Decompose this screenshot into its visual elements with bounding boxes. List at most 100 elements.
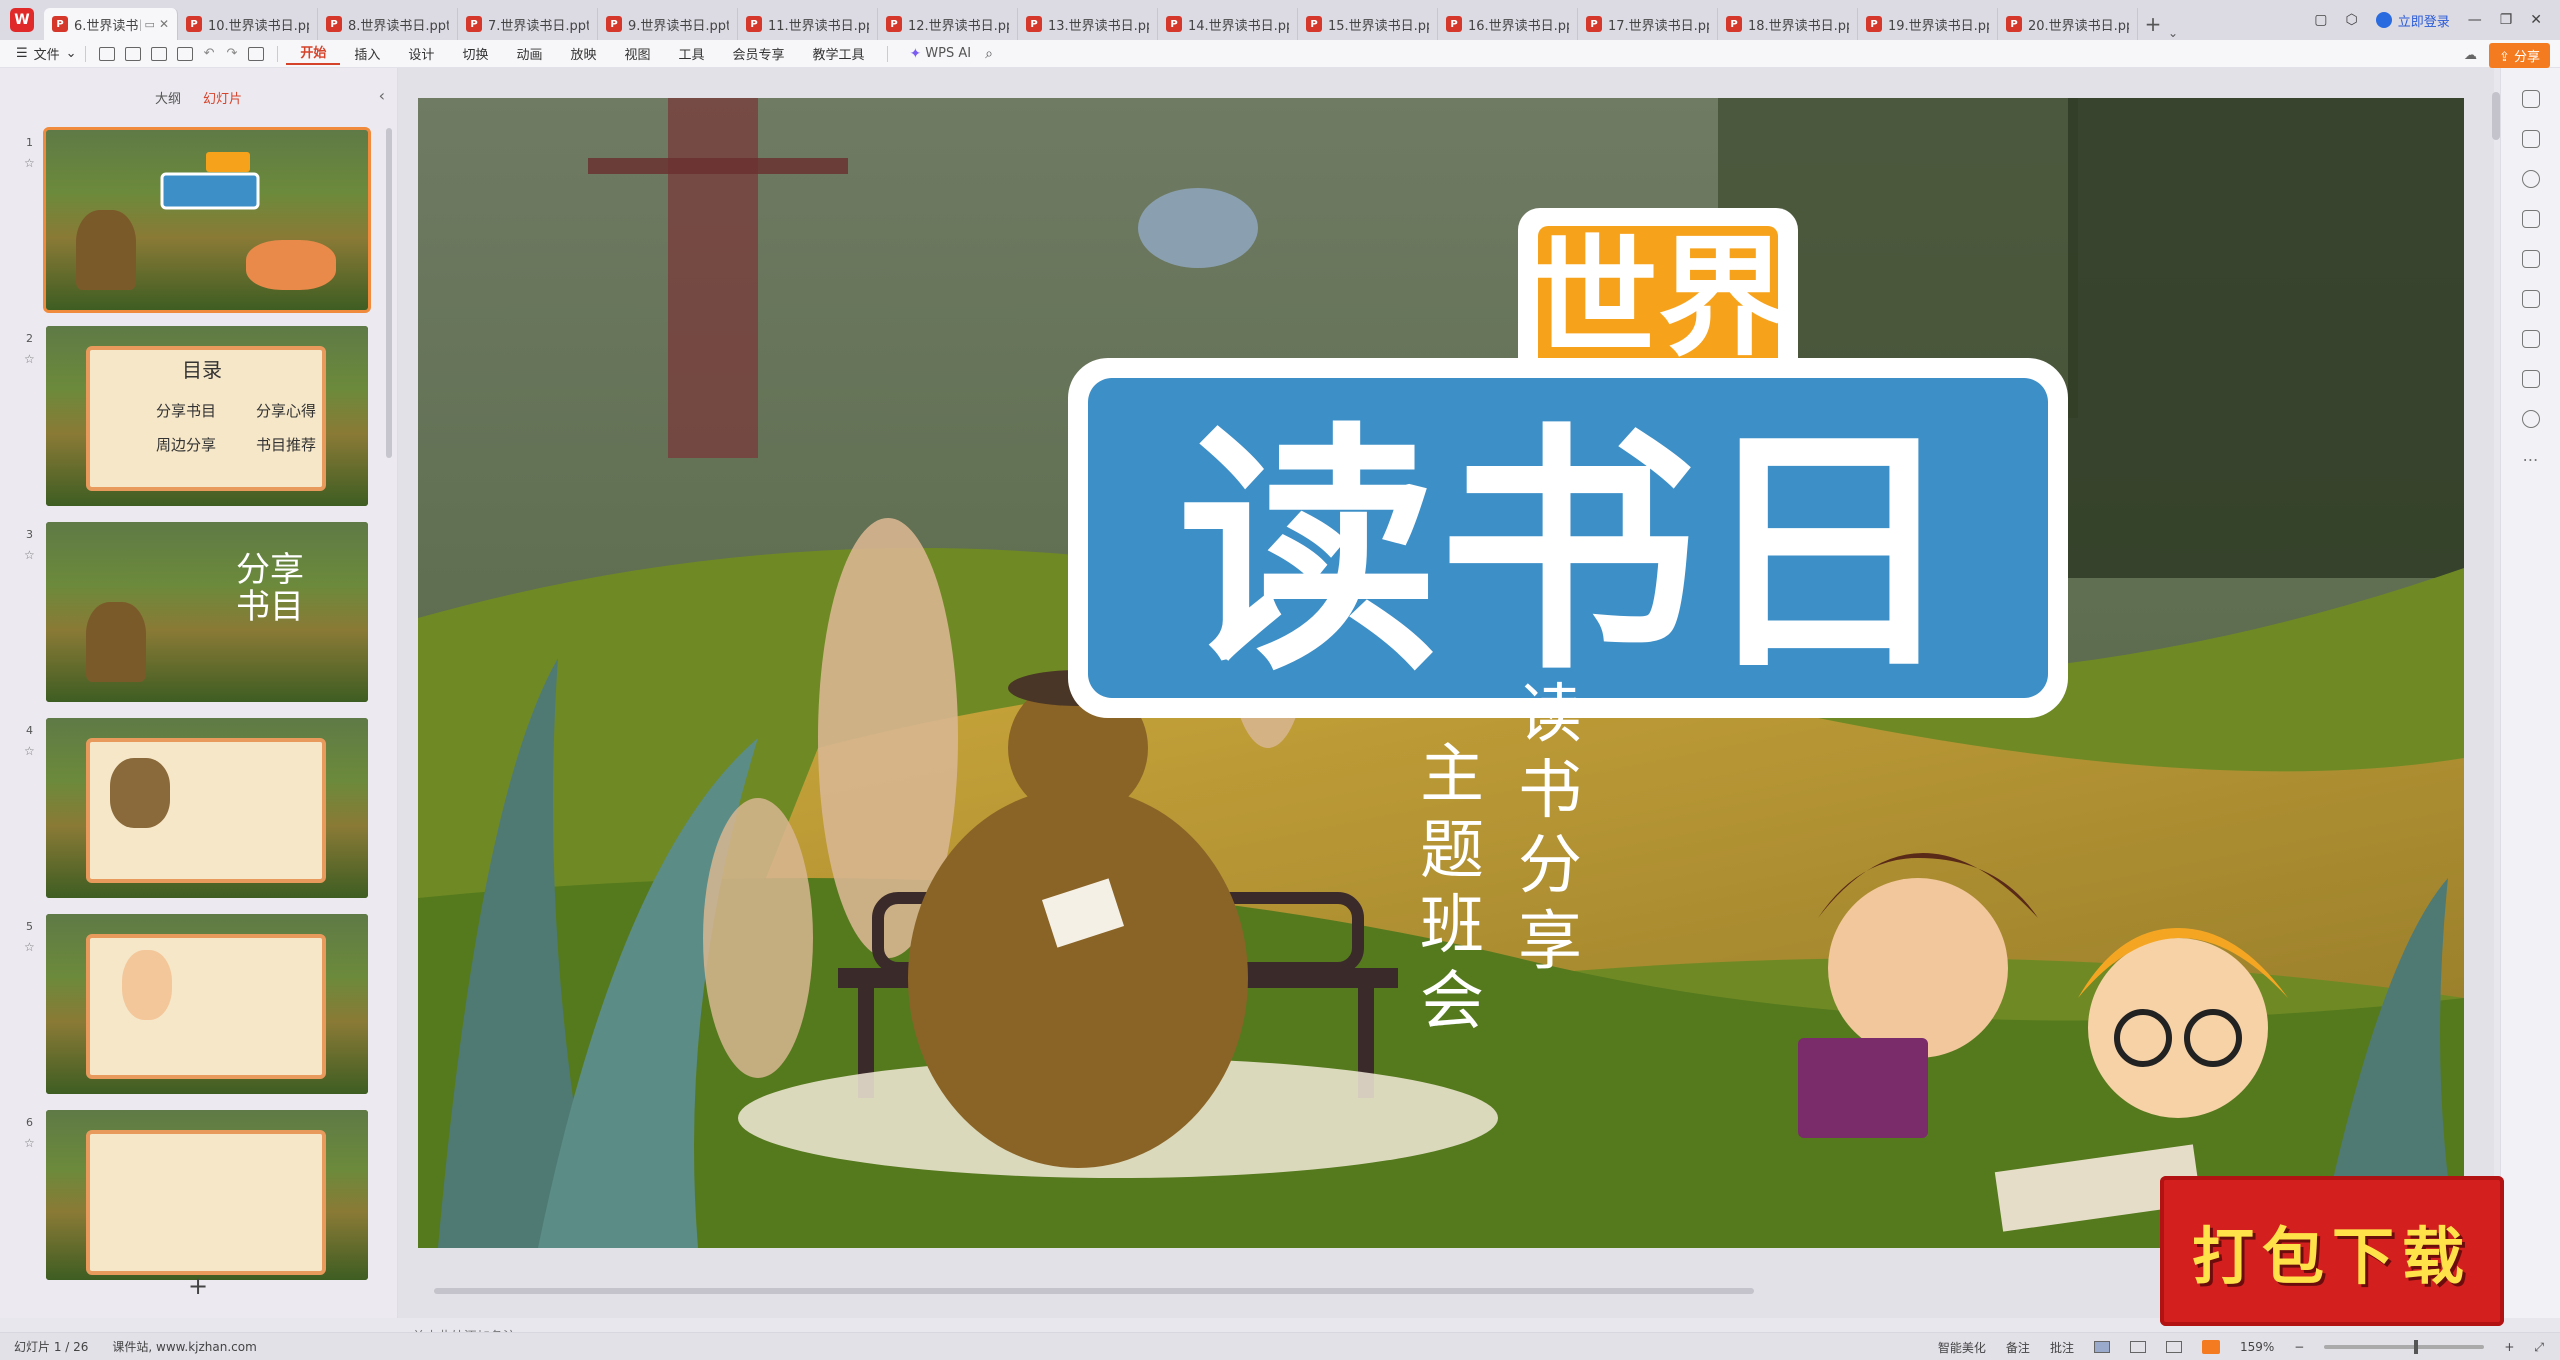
star-icon[interactable] (2521, 170, 2540, 188)
adjust-icon[interactable] (2521, 90, 2540, 108)
tab-doc-20[interactable]: P 20.世界读书日.pp (1998, 8, 2138, 40)
zoom-slider-knob[interactable] (2414, 1340, 2419, 1354)
star-icon[interactable]: ☆ (24, 156, 35, 170)
slide-thumbnail-6[interactable] (46, 1110, 368, 1280)
star-icon[interactable]: ☆ (24, 744, 35, 758)
zoom-level[interactable]: 159% (2240, 1340, 2274, 1354)
format-painter-icon[interactable] (248, 46, 265, 61)
tab-member[interactable]: 会员专享 (719, 44, 799, 63)
tab-doc-18[interactable]: P 18.世界读书日.pp (1718, 8, 1858, 40)
login-button[interactable]: 立即登录 (2375, 11, 2450, 30)
ppt-file-icon: P (886, 16, 902, 32)
tab-doc-17[interactable]: P 17.世界读书日.pp (1578, 8, 1718, 40)
tab-view[interactable]: 视图 (610, 44, 664, 63)
zoom-slider[interactable] (2324, 1340, 2485, 1354)
close-window-icon[interactable]: ✕ (2530, 12, 2542, 28)
tab-slides[interactable]: 幻灯片 (203, 88, 242, 107)
layers-icon[interactable] (2521, 210, 2540, 228)
tab-doc-11[interactable]: P 11.世界读书日.pp (738, 8, 878, 40)
tab-doc-19[interactable]: P 19.世界读书日.pp (1858, 8, 1998, 40)
print-preview-icon[interactable] (176, 46, 193, 61)
search-icon[interactable]: ⌕ (985, 46, 993, 62)
tab-doc-16[interactable]: P 16.世界读书日.pp (1438, 8, 1578, 40)
redo-icon[interactable]: ↷ (226, 46, 237, 61)
play-slideshow-icon[interactable] (2201, 1340, 2220, 1354)
comments-button[interactable]: 批注 (2050, 1339, 2074, 1356)
normal-view-icon[interactable] (2093, 1341, 2110, 1353)
cube-icon[interactable]: ⬡ (2345, 12, 2357, 28)
reading-view-icon[interactable] (2165, 1341, 2182, 1353)
tab-doc-9[interactable]: P 9.世界读书日.pptx (598, 8, 738, 40)
workspace-icon[interactable]: ▢ (2314, 12, 2327, 28)
share-button[interactable]: ⇪ 分享 (2488, 43, 2550, 68)
smart-beautify-button[interactable]: 智能美化 (1938, 1339, 1986, 1356)
close-icon[interactable]: ✕ (159, 17, 169, 31)
add-slide-button[interactable]: + (188, 1272, 208, 1300)
tab-doc-10[interactable]: P 10.世界读书日.pp (178, 8, 318, 40)
fit-window-icon[interactable]: ⤢ (2534, 1340, 2544, 1355)
tab-doc-7[interactable]: P 7.世界读书日.pptx (458, 8, 598, 40)
zoom-out-icon[interactable]: − (2294, 1340, 2304, 1354)
notes-button[interactable]: 备注 (2006, 1339, 2030, 1356)
slide-sorter-icon[interactable] (2129, 1341, 2146, 1353)
file-menu[interactable]: ☰ 文件 ⌄ (0, 44, 77, 63)
current-slide[interactable]: 世界 读书日 主题班会 读书分享 (418, 98, 2464, 1248)
slide-thumbnail-1[interactable] (43, 127, 371, 313)
undo-icon[interactable]: ↶ (204, 46, 215, 61)
cloud-sync-icon[interactable]: ☁ (2464, 48, 2477, 63)
slide-thumb-row-4: 4 ☆ (0, 718, 398, 902)
star-icon[interactable]: ☆ (24, 1136, 35, 1150)
zoom-in-icon[interactable]: + (2504, 1340, 2514, 1354)
slide-thumbnail-5[interactable] (46, 914, 368, 1094)
elephant-silhouette (1138, 188, 1258, 268)
tab-doc-6[interactable]: P 6.世界读书日 ▭ ✕ (44, 8, 178, 40)
thumbnail-scrollbar[interactable] (386, 128, 392, 458)
star-icon[interactable]: ☆ (24, 940, 35, 954)
tab-design[interactable]: 设计 (394, 44, 448, 63)
collapse-icon[interactable]: ‹ (379, 86, 385, 105)
magic-tools-icon[interactable] (2521, 290, 2540, 308)
tab-insert[interactable]: 插入 (340, 44, 394, 63)
share-label: 分享 (2513, 50, 2540, 65)
tab-doc-12[interactable]: P 12.世界读书日.pp (878, 8, 1018, 40)
book-icon[interactable] (2521, 330, 2540, 348)
star-icon[interactable]: ☆ (24, 548, 35, 562)
help-icon[interactable] (2521, 410, 2540, 428)
chevron-down-icon[interactable]: ⌄ (2168, 26, 2190, 40)
tab-doc-13[interactable]: P 13.世界读书日.pp (1018, 8, 1158, 40)
tab-doc-14[interactable]: P 14.世界读书日.pp (1158, 8, 1298, 40)
save-icon[interactable] (98, 46, 115, 61)
toc-item: 书目推荐 (256, 436, 317, 454)
export-pdf-icon[interactable] (124, 46, 141, 61)
tab-tools[interactable]: 工具 (665, 44, 719, 63)
scrollbar-thumb[interactable] (434, 1288, 1754, 1294)
slide-thumbnail-3[interactable]: 分享 书目 (46, 522, 368, 702)
presentation-icon[interactable] (2521, 370, 2540, 388)
horizontal-scrollbar[interactable] (420, 1286, 2460, 1296)
download-package-badge[interactable]: 打包下载 (2160, 1176, 2504, 1326)
slide-thumbnail-2[interactable]: 目录 分享书目 分享心得 周边分享 书目推荐 (46, 326, 368, 506)
tab-teaching-tools[interactable]: 教学工具 (799, 44, 879, 63)
toc-item: 分享书目 (156, 402, 217, 420)
monitor-icon[interactable]: ▭ (145, 18, 155, 31)
image-edit-icon[interactable] (2521, 250, 2540, 268)
tab-home[interactable]: 开始 (286, 42, 341, 65)
more-icon[interactable]: ⋯ (2501, 450, 2560, 469)
slide-thumbnail-4[interactable] (46, 718, 368, 898)
menu-icon: ☰ (16, 46, 28, 61)
tab-doc-8[interactable]: P 8.世界读书日.pptx (318, 8, 458, 40)
vertical-scrollbar[interactable] (2492, 92, 2500, 140)
star-icon[interactable]: ☆ (24, 352, 35, 366)
wps-ai-button[interactable]: ✦ WPS AI (896, 46, 986, 62)
minimize-icon[interactable]: — (2468, 12, 2482, 28)
new-tab-button[interactable]: + (2138, 8, 2168, 40)
tab-outline[interactable]: 大纲 (155, 88, 181, 107)
tab-slideshow[interactable]: 放映 (556, 44, 610, 63)
cursor-icon[interactable] (2521, 130, 2540, 148)
print-icon[interactable] (150, 46, 167, 61)
tab-animations[interactable]: 动画 (502, 44, 556, 63)
tab-doc-15[interactable]: P 15.世界读书日.pp (1298, 8, 1438, 40)
wps-logo[interactable]: W (0, 0, 44, 40)
tab-transitions[interactable]: 切换 (448, 44, 502, 63)
restore-icon[interactable]: ❐ (2500, 12, 2513, 28)
